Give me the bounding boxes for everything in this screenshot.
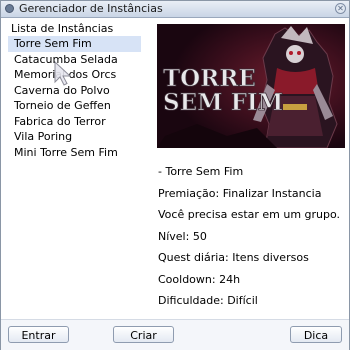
create-button[interactable]: Criar	[113, 326, 174, 343]
enter-button[interactable]: Entrar	[8, 326, 69, 343]
title-bar[interactable]: Gerenciador de Instâncias ✕	[1, 1, 349, 18]
instance-name: - Torre Sem Fim	[158, 165, 244, 178]
window-icon	[5, 4, 14, 13]
instance-manager-window: Gerenciador de Instâncias ✕ Lista de Ins…	[0, 0, 350, 350]
instance-artwork: TORRE SEM FIM	[157, 24, 345, 148]
list-item-fabrica-do-terror[interactable]: Fabrica do Terror	[8, 114, 141, 130]
button-bar: Entrar Criar Dica	[1, 319, 349, 350]
close-icon[interactable]: ✕	[335, 3, 346, 14]
instance-details: - Torre Sem Fim Premiação: Finalizar Ins…	[158, 161, 348, 312]
list-item-torneio-de-geffen[interactable]: Torneio de Geffen	[8, 98, 141, 114]
artwork-title-line2: SEM FIM	[163, 89, 283, 116]
instance-cooldown: Cooldown: 24h	[158, 272, 241, 286]
list-item-vila-poring[interactable]: Vila Poring	[8, 129, 141, 145]
instance-daily-quest: Quest diária: Itens diversos	[158, 251, 309, 264]
instance-difficulty: Dificuldade: Difícil	[158, 294, 258, 307]
artwork-title-line1: TORRE	[163, 65, 256, 92]
instance-level: Nível: 50	[158, 229, 207, 243]
instance-group-note: Você precisa estar em um grupo.	[158, 208, 341, 221]
mouse-cursor-icon	[54, 61, 72, 86]
instance-reward: Premiação: Finalizar Instancia	[158, 186, 322, 200]
list-header: Lista de Instâncias	[11, 22, 114, 35]
instance-list: Lista de Instâncias Torre Sem Fim Catacu…	[8, 21, 141, 160]
list-item-torre-sem-fim[interactable]: Torre Sem Fim	[8, 36, 141, 52]
window-title: Gerenciador de Instâncias	[19, 2, 163, 15]
list-item-mini-torre-sem-fim[interactable]: Mini Torre Sem Fim	[8, 145, 141, 161]
tip-button[interactable]: Dica	[290, 326, 342, 343]
